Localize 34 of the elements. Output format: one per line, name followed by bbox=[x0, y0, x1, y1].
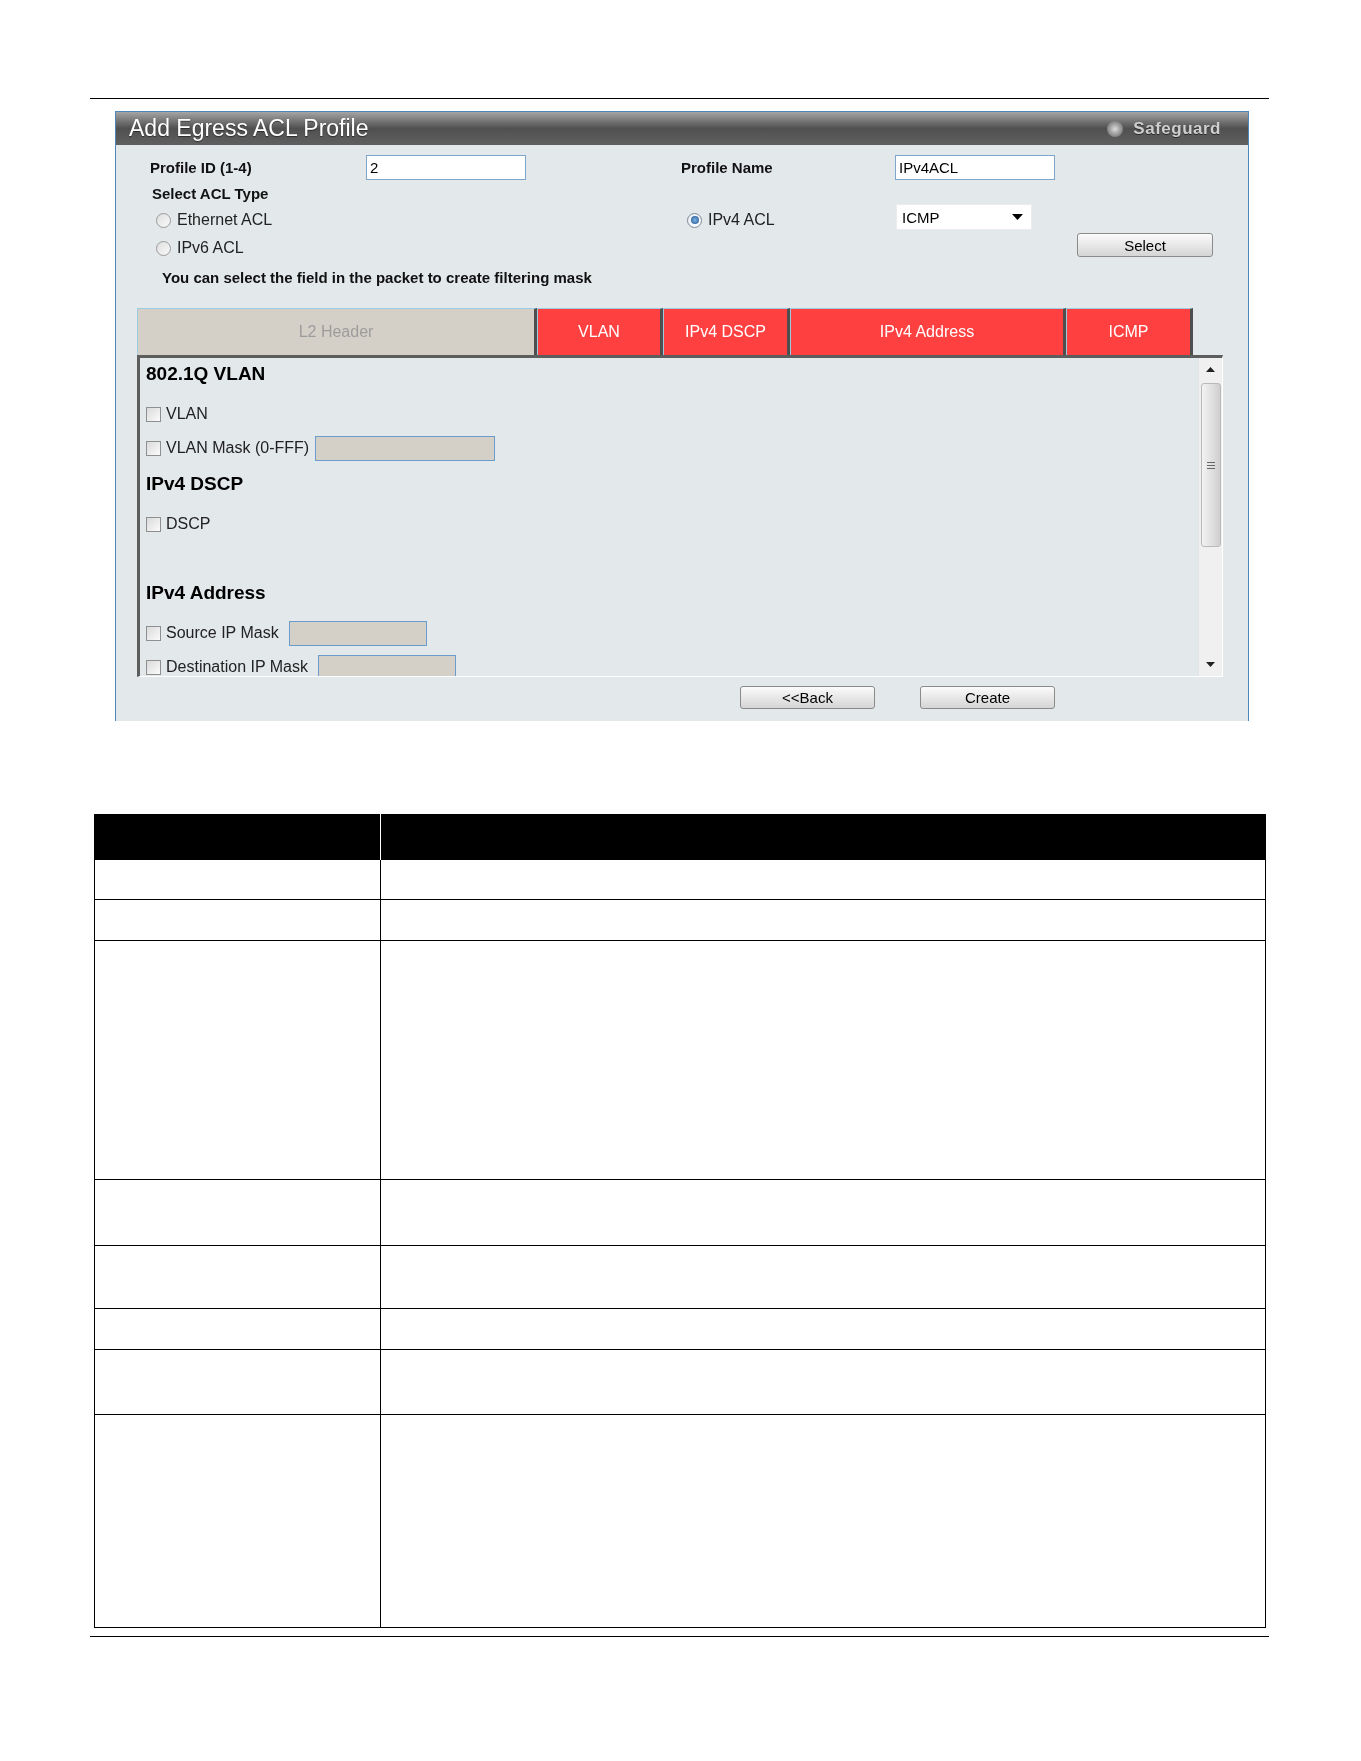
grip-icon bbox=[1206, 461, 1215, 469]
radio-button[interactable] bbox=[156, 240, 171, 256]
triangle-down-icon bbox=[1206, 662, 1215, 667]
scrollbar[interactable] bbox=[1198, 358, 1222, 676]
section-heading: IPv4 Address bbox=[146, 582, 266, 602]
window-title: Add Egress ACL Profile bbox=[129, 117, 369, 140]
radio-label: IPv4 ACL bbox=[708, 212, 775, 228]
caret-down-icon bbox=[1012, 214, 1023, 220]
protocol-dropdown[interactable]: ICMP bbox=[896, 204, 1032, 230]
triangle-up-icon bbox=[1206, 367, 1215, 372]
safeguard-button[interactable]: Safeguard bbox=[1107, 120, 1221, 137]
field-label: Profile ID (1-4) bbox=[150, 160, 252, 175]
radio-button[interactable] bbox=[687, 212, 702, 228]
action-button[interactable]: Create bbox=[920, 686, 1055, 709]
hint-text: You can select the field in the packet to create filtering mask bbox=[162, 269, 592, 285]
radio-label: IPv6 ACL bbox=[177, 240, 244, 256]
radio-label: Ethernet ACL bbox=[177, 212, 273, 228]
section-heading: IPv4 DSCP bbox=[146, 473, 244, 493]
select-button[interactable]: Select bbox=[1077, 233, 1213, 257]
checkbox[interactable] bbox=[146, 406, 161, 422]
checkbox-label: DSCP bbox=[166, 516, 211, 532]
scrollbar-thumb[interactable] bbox=[1200, 383, 1221, 547]
checkbox-label: VLAN bbox=[166, 406, 208, 422]
checkbox[interactable] bbox=[146, 516, 161, 532]
checkbox-label: Source IP Mask bbox=[166, 625, 279, 641]
checkbox-label: VLAN Mask (0-FFF) bbox=[166, 440, 310, 456]
radio-button[interactable] bbox=[156, 212, 171, 228]
checkbox-label: Destination IP Mask bbox=[166, 659, 308, 675]
profile-name-field[interactable]: IPv4ACL bbox=[895, 155, 1055, 180]
action-button[interactable]: <<Back bbox=[740, 686, 875, 709]
profile-id-field[interactable]: 2 bbox=[366, 155, 526, 180]
field-label: Profile Name bbox=[681, 160, 773, 175]
section-heading: 802.1Q VLAN bbox=[146, 363, 266, 383]
section-label: Select ACL Type bbox=[152, 185, 269, 201]
